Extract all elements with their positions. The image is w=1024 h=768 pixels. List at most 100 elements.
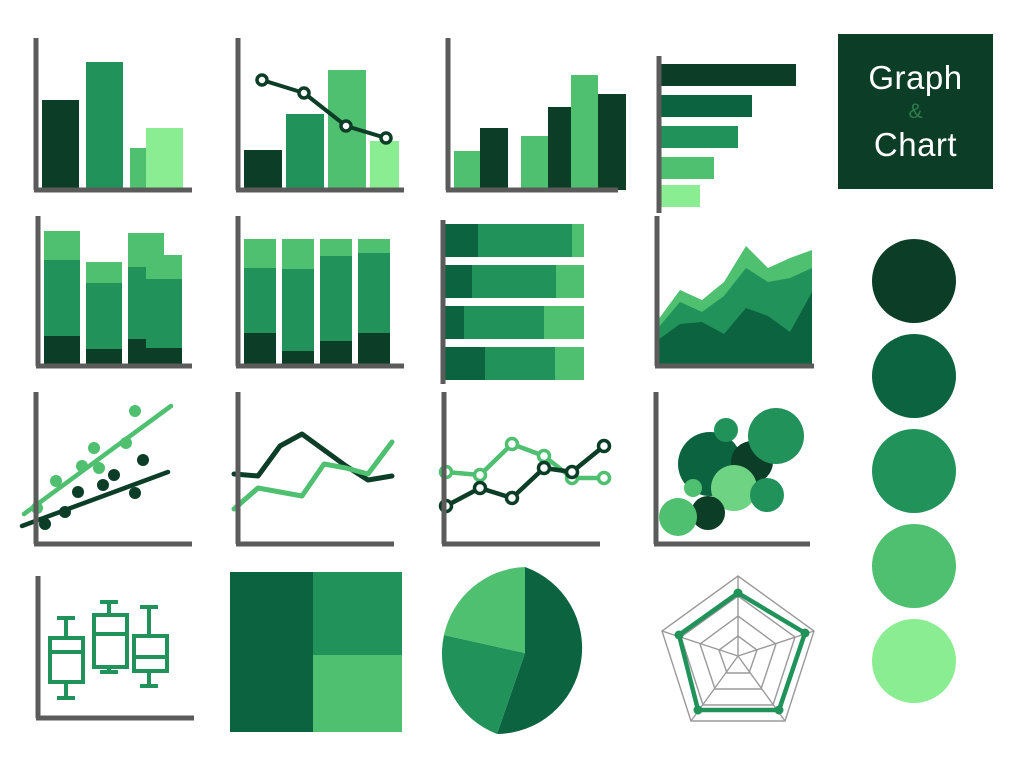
treemap-chart[interactable]: [230, 572, 402, 732]
radar-point-2[interactable]: [800, 628, 810, 638]
point-light-3[interactable]: [76, 460, 88, 472]
bar4-top[interactable]: [146, 255, 182, 279]
row3-center[interactable]: [464, 306, 544, 339]
bar4-bottom[interactable]: [146, 348, 182, 366]
point-light-4[interactable]: [88, 442, 100, 454]
row3-right[interactable]: [544, 306, 584, 339]
point-dark-7[interactable]: [129, 487, 141, 499]
point-light-5[interactable]: [93, 462, 105, 474]
row2-right[interactable]: [556, 265, 584, 298]
stacked-area-chart[interactable]: [648, 216, 828, 376]
bubble-4[interactable]: [748, 408, 804, 464]
row2-left[interactable]: [444, 265, 472, 298]
bar-4[interactable]: [370, 141, 399, 190]
grouped-column-chart[interactable]: [432, 28, 626, 200]
bar-4[interactable]: [146, 128, 183, 190]
bar4-bottom[interactable]: [358, 333, 390, 366]
bar1-middle[interactable]: [44, 260, 80, 336]
bar-1[interactable]: [244, 150, 282, 190]
row1-right[interactable]: [572, 224, 584, 257]
row1-left[interactable]: [444, 224, 478, 257]
row3-left[interactable]: [444, 306, 464, 339]
point-dark-3[interactable]: [72, 486, 84, 498]
bubble-7[interactable]: [684, 479, 702, 497]
bar1-top[interactable]: [44, 231, 80, 260]
pie-chart[interactable]: [437, 565, 613, 741]
box-3-body[interactable]: [132, 634, 169, 673]
line-chart[interactable]: [228, 392, 408, 560]
bar-1[interactable]: [42, 100, 79, 190]
bar-group1-light[interactable]: [454, 151, 480, 190]
swatch-dark[interactable]: [872, 334, 956, 418]
point-dark-6[interactable]: [137, 454, 149, 466]
combo-bar-line-chart[interactable]: [228, 28, 408, 200]
point-dark-4[interactable]: [97, 479, 109, 491]
point-dark-1[interactable]: [39, 518, 51, 530]
row4-left[interactable]: [444, 347, 485, 380]
box-plot-chart[interactable]: [16, 570, 196, 748]
bar-2[interactable]: [86, 62, 123, 190]
stacked-bar-chart[interactable]: [432, 216, 622, 384]
line-series-light[interactable]: [445, 441, 604, 481]
marker-dark-4[interactable]: [536, 460, 552, 476]
box-3[interactable]: [132, 605, 169, 688]
row4-right[interactable]: [555, 347, 584, 380]
bar4-top[interactable]: [358, 239, 390, 253]
box-2-body[interactable]: [92, 613, 129, 669]
bar-group3-light[interactable]: [571, 75, 598, 190]
bar-4[interactable]: [660, 157, 714, 179]
radar-point-4[interactable]: [693, 705, 703, 715]
point-dark-5[interactable]: [108, 469, 120, 481]
row4-center[interactable]: [485, 347, 555, 380]
column-chart[interactable]: [16, 28, 196, 200]
swatch-lightest[interactable]: [872, 619, 956, 703]
radar-chart[interactable]: [650, 568, 826, 740]
bar-2[interactable]: [286, 114, 324, 190]
horizontal-bar-chart[interactable]: [648, 28, 828, 213]
marker-light-6[interactable]: [596, 470, 612, 486]
marker-light-3[interactable]: [504, 436, 520, 452]
treemap-tile-medium[interactable]: [313, 572, 402, 655]
marker-light-2[interactable]: [472, 467, 488, 483]
marker-dark-5[interactable]: [564, 464, 580, 480]
marker-light-4[interactable]: [536, 448, 552, 464]
bubble-chart[interactable]: [648, 392, 828, 560]
bar-2[interactable]: [660, 95, 752, 117]
point-dark-2[interactable]: [59, 506, 71, 518]
bar-group2-light[interactable]: [521, 136, 548, 190]
bar4-middle[interactable]: [358, 253, 390, 333]
radar-point-3[interactable]: [774, 705, 784, 715]
bar3-top[interactable]: [320, 239, 352, 256]
point-light-6[interactable]: [120, 437, 132, 449]
bar2-top[interactable]: [86, 262, 122, 283]
bar1-middle[interactable]: [244, 268, 276, 333]
marker-dark-3[interactable]: [504, 490, 520, 506]
full-stacked-column-chart[interactable]: [228, 216, 408, 376]
bar-3[interactable]: [660, 126, 738, 148]
marker-dark-6[interactable]: [596, 438, 612, 454]
bubble-2[interactable]: [714, 418, 738, 442]
bar4-middle[interactable]: [146, 279, 182, 348]
line-marker-chart[interactable]: [432, 392, 622, 560]
row1-center[interactable]: [478, 224, 572, 257]
bar-1[interactable]: [660, 64, 796, 86]
bar3-bottom[interactable]: [320, 341, 352, 366]
stacked-column-chart[interactable]: [16, 216, 196, 376]
box-1[interactable]: [48, 616, 85, 700]
radar-point-1[interactable]: [733, 588, 743, 598]
bubble-6[interactable]: [750, 478, 784, 512]
row2-center[interactable]: [472, 265, 556, 298]
swatch-medium[interactable]: [872, 429, 956, 513]
bar-group1-dark[interactable]: [480, 128, 508, 190]
bar1-top[interactable]: [244, 239, 276, 268]
treemap-tile-large[interactable]: [230, 572, 313, 732]
bar-5[interactable]: [660, 185, 700, 207]
bar2-middle[interactable]: [282, 269, 314, 351]
marker-2[interactable]: [297, 86, 311, 100]
bubble-9[interactable]: [659, 498, 697, 536]
box-2[interactable]: [92, 600, 129, 674]
treemap-tile-small[interactable]: [313, 655, 402, 732]
marker-4[interactable]: [379, 131, 393, 145]
bar-group3-dark[interactable]: [598, 94, 626, 190]
swatch-darkest[interactable]: [872, 239, 956, 323]
